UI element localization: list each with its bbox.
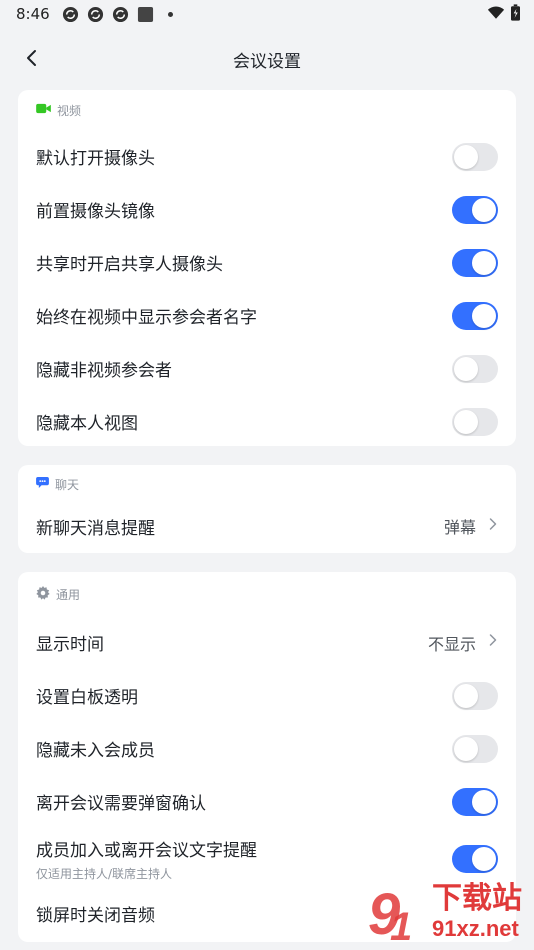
setting-row-hide-self[interactable]: 隐藏本人视图 [18,395,516,448]
sync-icon [112,6,129,23]
setting-value: 不显示 [427,634,476,654]
setting-label: 新聊天消息提醒 [36,518,155,539]
setting-row-share-camera[interactable]: 共享时开启共享人摄像头 [18,236,516,289]
general-section-header: 通用 [18,572,516,616]
dot-icon [167,11,173,17]
chevron-right-icon [488,632,498,653]
toggle-switch[interactable] [452,681,498,710]
setting-label: 默认打开摄像头 [36,149,155,169]
setting-label: 前置摄像头镜像 [36,202,155,222]
toggle-switch[interactable] [452,734,498,763]
toggle-switch[interactable] [452,354,498,383]
setting-row-default-camera[interactable]: 默认打开摄像头 [18,130,516,183]
setting-label: 隐藏非视频参会者 [36,361,172,381]
setting-row-front-mirror[interactable]: 前置摄像头镜像 [18,183,516,236]
sync-icon [87,6,104,23]
gear-icon [36,585,50,603]
setting-label: 始终在视频中显示参会者名字 [36,308,257,328]
setting-label: 离开会议需要弹窗确认 [36,794,206,814]
toggle-switch[interactable] [452,142,498,171]
page-title: 会议设置 [233,51,301,72]
chat-section: 聊天 新聊天消息提醒 弹幕 [18,465,516,553]
general-section-title: 通用 [56,587,81,602]
setting-row-show-names[interactable]: 始终在视频中显示参会者名字 [18,289,516,342]
setting-label: 隐藏本人视图 [36,414,138,434]
setting-row-whiteboard-transparent[interactable]: 设置白板透明 [18,669,516,722]
watermark-title: 下载站 [432,881,522,916]
setting-row-hide-absent-members[interactable]: 隐藏未入会成员 [18,722,516,775]
status-bar: 8:46 [0,0,534,28]
toggle-switch[interactable] [452,407,498,436]
chat-bubble-icon [36,477,49,491]
video-section-title: 视频 [57,103,82,118]
chat-section-header: 聊天 [18,465,516,503]
setting-row-show-time[interactable]: 显示时间 不显示 [18,616,516,669]
chevron-right-icon [488,516,498,537]
chevron-left-icon[interactable] [20,46,44,70]
setting-row-hide-non-video[interactable]: 隐藏非视频参会者 [18,342,516,395]
svg-text:1: 1 [390,905,412,949]
setting-label: 设置白板透明 [36,688,138,708]
nav-bar: 会议设置 [0,34,534,84]
square-icon [137,6,154,23]
video-section-header: 视频 [18,90,516,130]
setting-label-group: 成员加入或离开会议文字提醒 仅适用主持人/联席主持人 [36,836,452,882]
toggle-switch[interactable] [452,845,498,873]
setting-label: 共享时开启共享人摄像头 [36,255,223,275]
toggle-switch[interactable] [452,301,498,330]
battery-icon [511,3,520,25]
setting-label: 隐藏未入会成员 [36,741,155,761]
chat-section-title: 聊天 [55,477,80,492]
status-time: 8:46 [16,5,50,23]
toggle-switch[interactable] [452,195,498,224]
toggle-switch[interactable] [452,248,498,277]
wifi-icon [487,5,505,24]
setting-label: 成员加入或离开会议文字提醒 [36,841,257,861]
sync-icon [62,6,79,23]
toggle-switch[interactable] [452,787,498,816]
video-camera-icon [36,103,51,117]
watermark-url: 91xz.net [432,916,519,941]
video-section: 视频 默认打开摄像头 前置摄像头镜像 共享时开启共享人摄像头 始终在视频中显示参… [18,90,516,446]
setting-label: 显示时间 [36,635,104,655]
setting-row-leave-confirm[interactable]: 离开会议需要弹窗确认 [18,775,516,828]
setting-row-new-message-alert[interactable]: 新聊天消息提醒 弹幕 [18,503,516,549]
setting-value: 弹幕 [443,518,476,537]
watermark: 9 1 下载站 91xz.net [366,878,534,950]
